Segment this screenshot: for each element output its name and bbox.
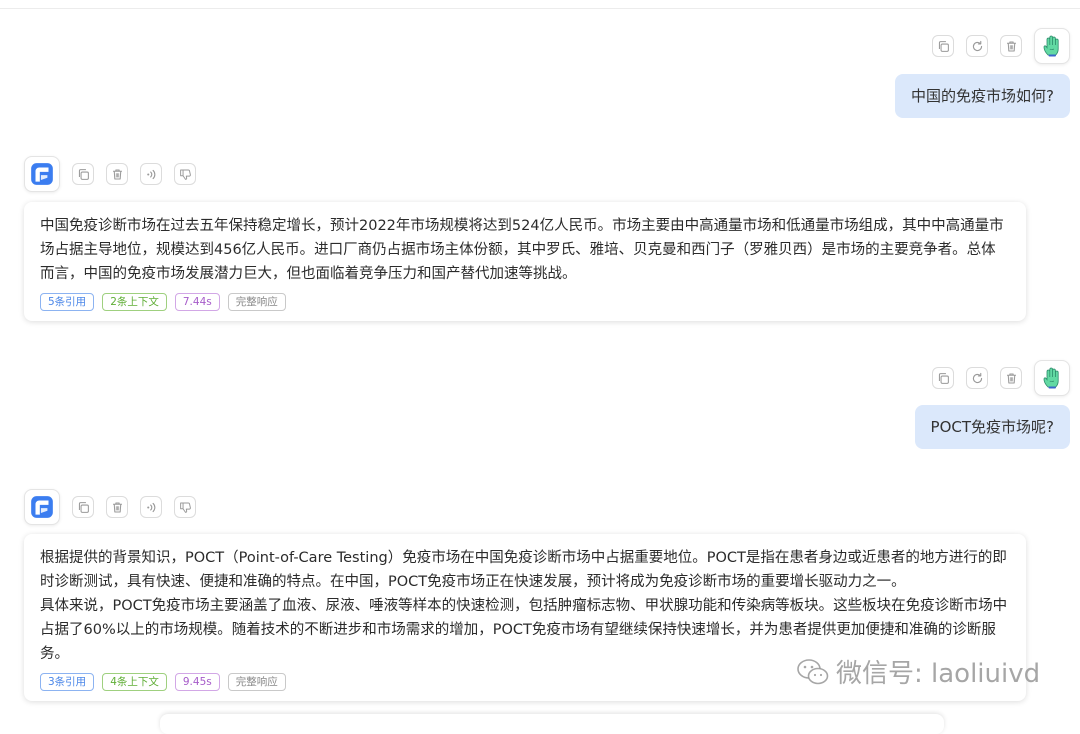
citations-tag[interactable]: 3条引用 bbox=[40, 673, 95, 691]
full-response-tag[interactable]: 完整响应 bbox=[227, 293, 286, 311]
full-response-tag[interactable]: 完整响应 bbox=[227, 673, 286, 691]
speaker-icon[interactable] bbox=[140, 163, 162, 185]
context-tag[interactable]: 4条上下文 bbox=[102, 673, 167, 691]
message-actions bbox=[670, 360, 1070, 396]
assistant-message-card: 中国免疫诊断市场在过去五年保持稳定增长，预计2022年市场规模将达到524亿人民… bbox=[24, 202, 1026, 321]
assistant-message-text: 中国免疫诊断市场在过去五年保持稳定增长，预计2022年市场规模将达到524亿人民… bbox=[40, 218, 1004, 282]
response-time-tag: 9.45s bbox=[174, 673, 220, 691]
response-tags: 5条引用 2条上下文 7.44s 完整响应 bbox=[40, 293, 1010, 311]
wechat-icon bbox=[797, 658, 829, 684]
user-avatar bbox=[1034, 360, 1070, 396]
delete-icon[interactable] bbox=[106, 496, 128, 518]
copy-icon[interactable] bbox=[72, 163, 94, 185]
copy-icon[interactable] bbox=[72, 496, 94, 518]
watermark-text: 微信号: laoliuivd bbox=[836, 659, 1041, 689]
user-message-bubble: POCT免疫市场呢? bbox=[914, 405, 1070, 449]
delete-icon[interactable] bbox=[1000, 367, 1022, 389]
citations-tag[interactable]: 5条引用 bbox=[40, 293, 95, 311]
delete-icon[interactable] bbox=[1000, 35, 1022, 57]
copy-icon[interactable] bbox=[932, 35, 954, 57]
delete-icon[interactable] bbox=[106, 163, 128, 185]
thumbs-down-icon[interactable] bbox=[174, 496, 196, 518]
thumbs-down-icon[interactable] bbox=[174, 163, 196, 185]
user-avatar bbox=[1034, 28, 1070, 64]
top-divider bbox=[0, 8, 1080, 9]
next-message-card bbox=[160, 714, 944, 734]
user-message: 中国的免疫市场如何? bbox=[670, 28, 1070, 120]
assistant-message-text: 根据提供的背景知识，POCT（Point-of-Care Testing）免疫市… bbox=[40, 550, 1008, 662]
response-time-tag: 7.44s bbox=[174, 293, 220, 311]
copy-icon[interactable] bbox=[932, 367, 954, 389]
context-tag[interactable]: 2条上下文 bbox=[102, 293, 167, 311]
refresh-icon[interactable] bbox=[966, 35, 988, 57]
user-message-bubble: 中国的免疫市场如何? bbox=[895, 74, 1070, 118]
wechat-watermark: 微信号: laoliuivd bbox=[796, 653, 1040, 690]
user-message: POCT免疫市场呢? bbox=[670, 360, 1070, 452]
app-logo-avatar bbox=[24, 489, 60, 525]
message-actions bbox=[670, 28, 1070, 64]
app-logo-avatar bbox=[24, 156, 60, 192]
assistant-header bbox=[24, 156, 196, 192]
assistant-header bbox=[24, 489, 196, 525]
speaker-icon[interactable] bbox=[140, 496, 162, 518]
refresh-icon[interactable] bbox=[966, 367, 988, 389]
